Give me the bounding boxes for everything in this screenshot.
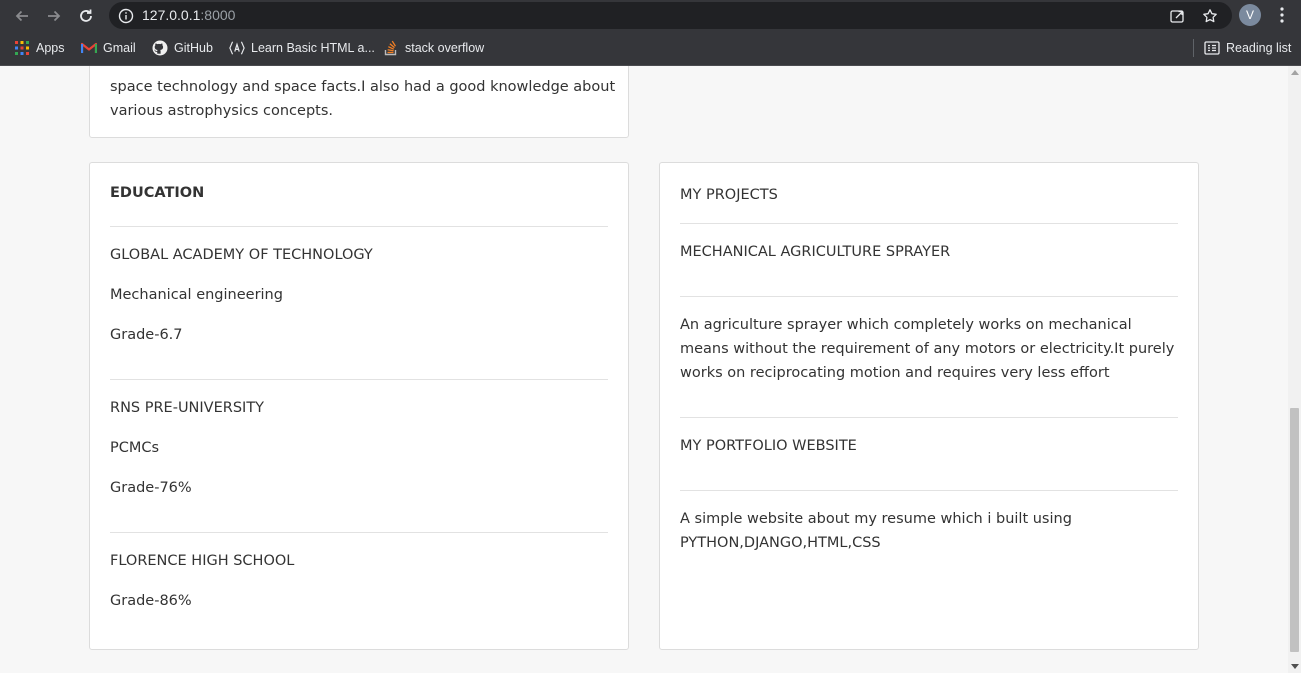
reload-icon — [80, 9, 92, 22]
site-info-icon[interactable] — [116, 6, 136, 26]
stackoverflow-icon — [383, 40, 399, 56]
education-heading: EDUCATION — [110, 185, 205, 201]
back-arrow-icon — [15, 10, 28, 22]
vertical-scrollbar[interactable] — [1288, 66, 1301, 673]
education-course: PCMCs — [110, 440, 160, 456]
education-institution: FLORENCE HIGH SCHOOL — [110, 553, 295, 569]
reading-list-icon — [1204, 40, 1220, 56]
github-icon — [152, 40, 168, 56]
divider — [110, 226, 608, 227]
scroll-up-arrow-icon[interactable] — [1291, 70, 1299, 75]
education-course: Mechanical engineering — [110, 287, 283, 303]
bookmark-github[interactable]: GitHub — [152, 38, 213, 58]
bookmark-label: GitHub — [174, 41, 213, 55]
bookmarks-separator — [1193, 39, 1194, 57]
browser-toolbar: 127.0.0.1:8000 V — [0, 0, 1301, 31]
education-card: EDUCATION GLOBAL ACADEMY OF TECHNOLOGY M… — [89, 162, 629, 650]
address-bar[interactable]: 127.0.0.1:8000 — [109, 2, 1232, 29]
education-grade: Grade-6.7 — [110, 327, 183, 343]
profile-avatar[interactable]: V — [1239, 4, 1261, 26]
divider — [110, 532, 608, 533]
bookmark-gmail[interactable]: Gmail — [81, 38, 136, 58]
forward-arrow-icon — [48, 10, 61, 22]
url-host: 127.0.0.1 — [142, 7, 201, 23]
url-text: 127.0.0.1:8000 — [142, 7, 235, 23]
share-icon[interactable] — [1167, 6, 1187, 26]
divider — [680, 490, 1178, 491]
education-institution: RNS PRE-UNIVERSITY — [110, 400, 265, 416]
bookmark-label: Gmail — [103, 41, 136, 55]
project-title: MECHANICAL AGRICULTURE SPRAYER — [680, 244, 951, 260]
bookmark-star-icon[interactable] — [1200, 6, 1220, 26]
divider — [110, 379, 608, 380]
divider — [680, 417, 1178, 418]
reading-list-label: Reading list — [1226, 41, 1292, 55]
url-port: :8000 — [200, 7, 236, 23]
reload-button[interactable] — [73, 3, 99, 29]
scroll-down-arrow-icon[interactable] — [1291, 664, 1299, 669]
bookmarks-bar: Apps Gmail GitHub Learn Basic HTML a... … — [0, 31, 1301, 66]
bookmark-label: Learn Basic HTML a... — [251, 41, 375, 55]
gmail-icon — [81, 40, 97, 56]
project-description: An agriculture sprayer which completely … — [680, 317, 1175, 381]
scrollbar-thumb[interactable] — [1290, 408, 1299, 652]
back-button[interactable] — [9, 3, 35, 29]
bookmark-learn-html[interactable]: Learn Basic HTML a... — [229, 38, 375, 58]
bookmark-label: stack overflow — [405, 41, 485, 55]
education-grade: Grade-76% — [110, 480, 192, 496]
menu-kebab-icon[interactable] — [1274, 5, 1290, 25]
bookmark-apps[interactable]: Apps — [14, 38, 65, 58]
about-text-line2: various astrophysics concepts. — [110, 103, 333, 119]
education-institution: GLOBAL ACADEMY OF TECHNOLOGY — [110, 247, 373, 263]
divider — [680, 296, 1178, 297]
bookmark-label: Apps — [36, 41, 65, 55]
divider — [680, 223, 1178, 224]
forward-button[interactable] — [41, 3, 67, 29]
learn-html-icon — [229, 40, 245, 56]
project-title: MY PORTFOLIO WEBSITE — [680, 438, 857, 454]
projects-heading: MY PROJECTS — [680, 187, 778, 203]
apps-grid-icon — [14, 40, 30, 56]
about-text-line1: space technology and space facts.I also … — [110, 79, 616, 95]
about-card: space technology and space facts.I also … — [89, 66, 629, 138]
reading-list-button[interactable]: Reading list — [1204, 38, 1291, 58]
bookmark-stackoverflow[interactable]: stack overflow — [383, 38, 484, 58]
page-viewport: space technology and space facts.I also … — [0, 66, 1288, 673]
project-description: A simple website about my resume which i… — [680, 511, 1072, 551]
education-grade: Grade-86% — [110, 593, 192, 609]
projects-card: MY PROJECTS MECHANICAL AGRICULTURE SPRAY… — [659, 162, 1199, 650]
